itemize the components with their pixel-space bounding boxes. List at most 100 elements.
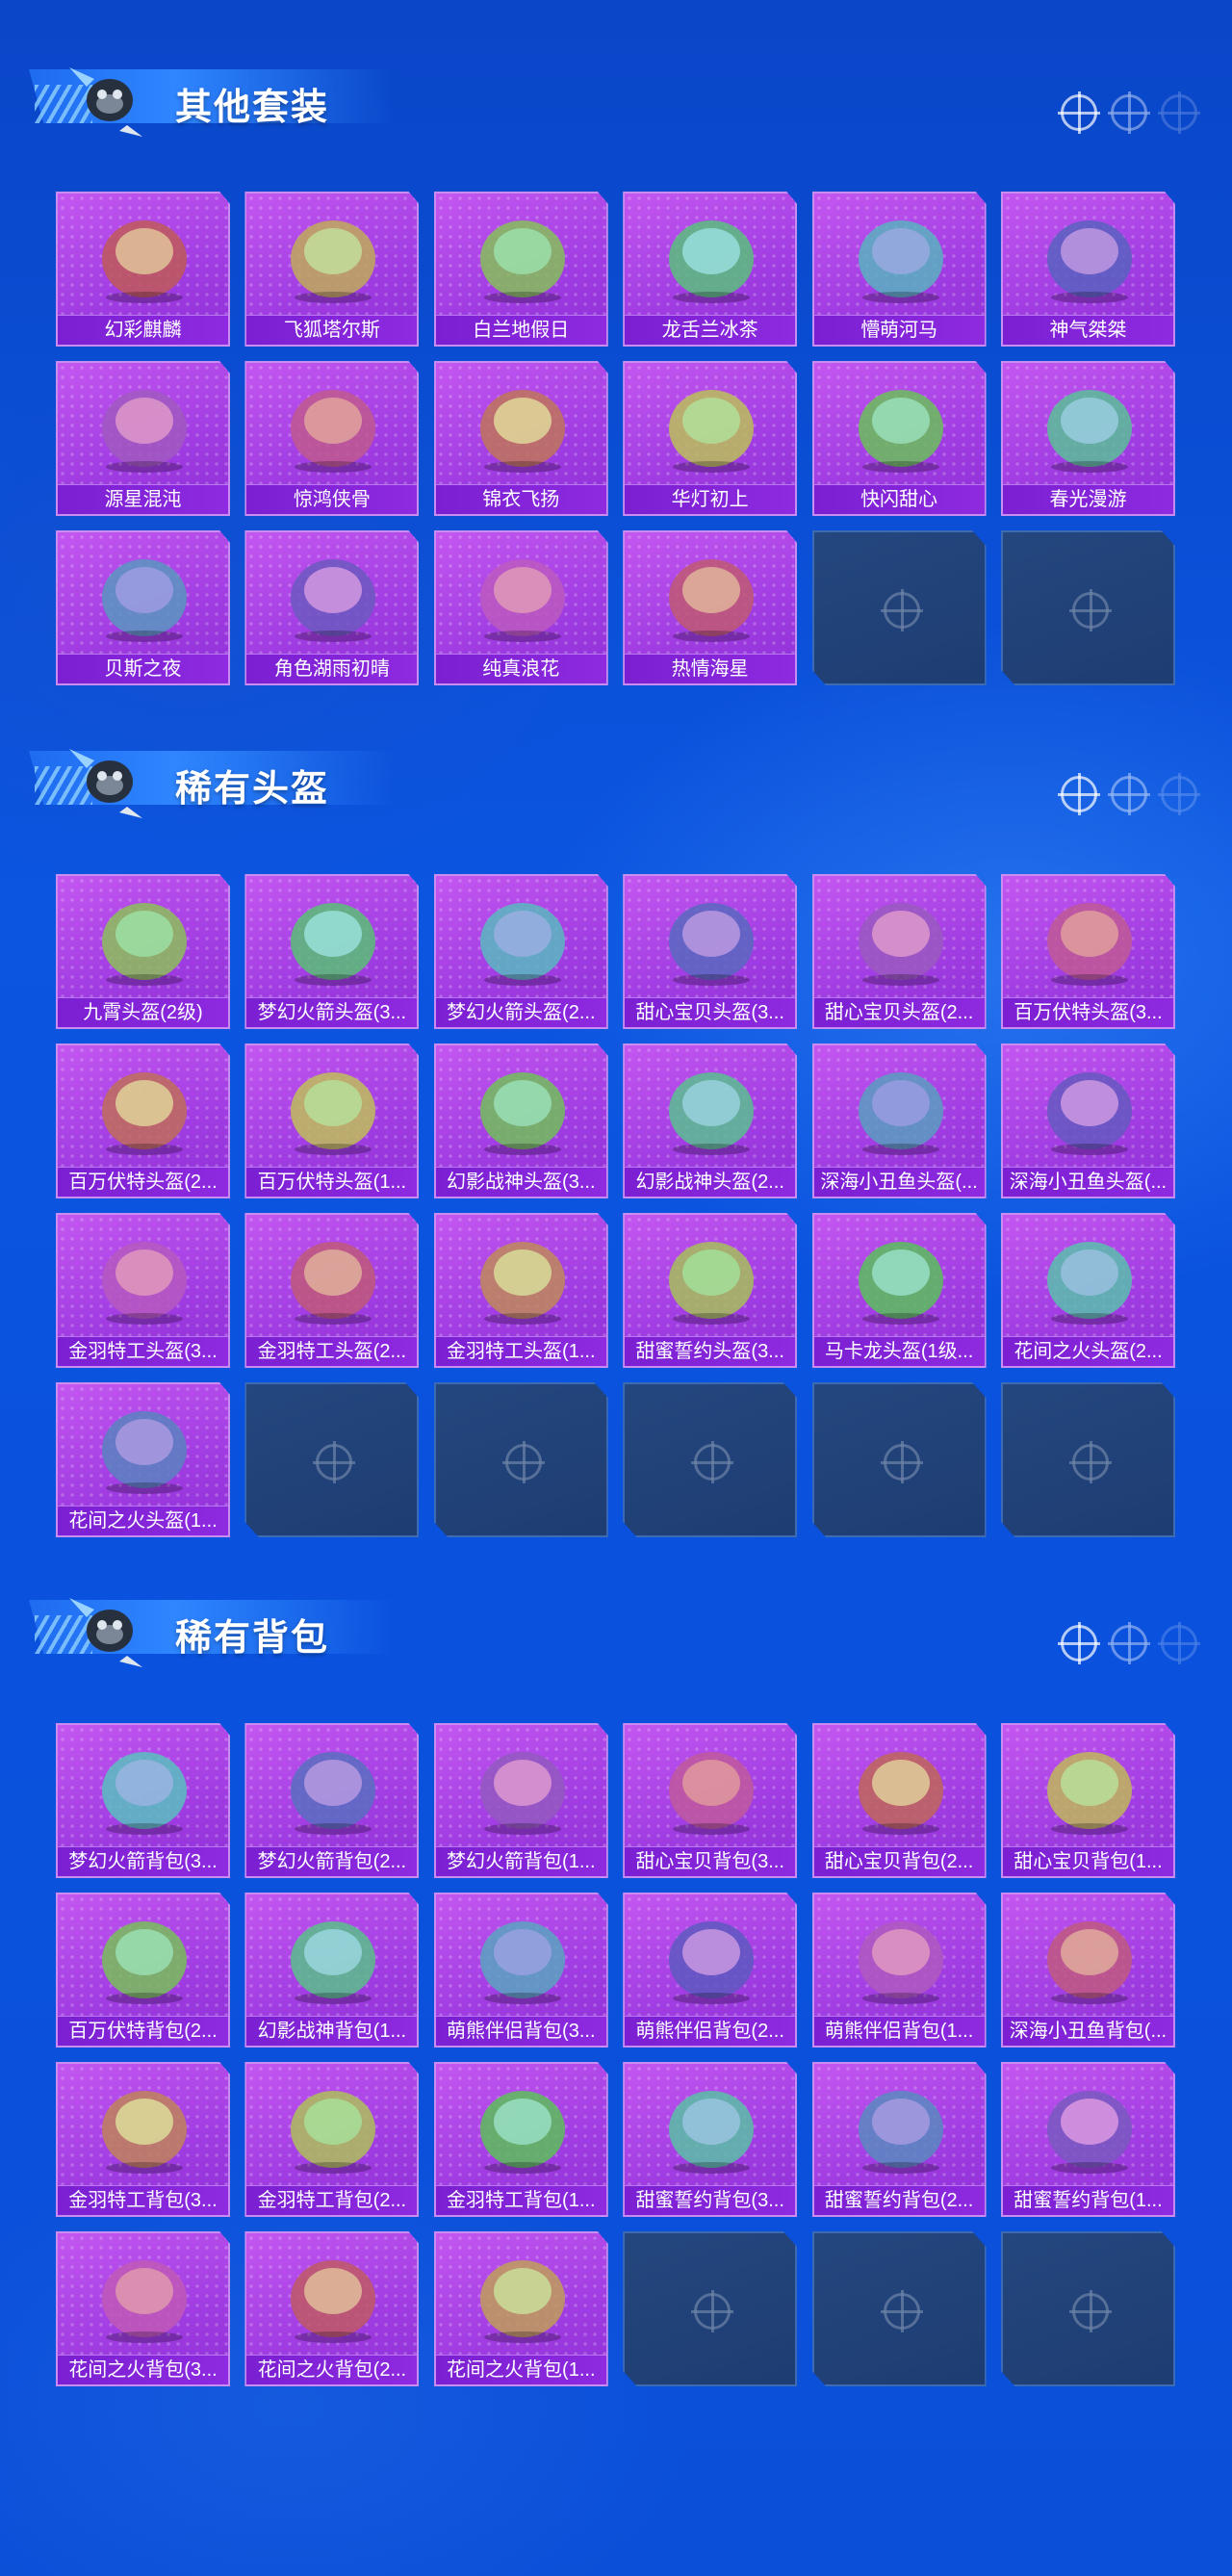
item-card[interactable]: 萌熊伴侣背包(2... bbox=[623, 1893, 798, 2048]
item-card[interactable]: 甜心宝贝头盔(3... bbox=[623, 874, 798, 1029]
section-title: 稀有头盔 bbox=[175, 769, 330, 810]
item-card[interactable]: 甜心宝贝背包(3... bbox=[623, 1723, 798, 1878]
item-card[interactable]: 金羽特工背包(3... bbox=[56, 2062, 230, 2217]
crosshair-icon bbox=[880, 1441, 923, 1483]
item-label: 甜蜜誓约背包(2... bbox=[813, 2185, 985, 2215]
item-label: 锦衣飞扬 bbox=[435, 484, 606, 514]
crosshair-icon bbox=[691, 1441, 734, 1483]
item-art-icon bbox=[858, 1921, 943, 2004]
item-card[interactable]: 飞狐塔尔斯 bbox=[244, 192, 420, 347]
item-label: 甜心宝贝头盔(2... bbox=[813, 997, 985, 1027]
item-card[interactable]: 春光漫游 bbox=[1000, 361, 1175, 516]
item-card[interactable]: 锦衣飞扬 bbox=[433, 361, 608, 516]
item-art-icon bbox=[291, 2260, 376, 2343]
crosshair-icon bbox=[1068, 589, 1112, 631]
item-label: 甜蜜誓约背包(1... bbox=[1002, 2185, 1173, 2215]
item-label: 金羽特工背包(2... bbox=[246, 2185, 418, 2215]
item-label: 萌熊伴侣背包(1... bbox=[813, 2016, 985, 2046]
item-art-icon bbox=[479, 2091, 565, 2174]
item-card[interactable]: 金羽特工头盔(1... bbox=[433, 1213, 608, 1368]
item-card[interactable]: 百万伏特背包(2... bbox=[56, 1893, 230, 2048]
item-grid: 幻彩麒麟 飞狐塔尔斯 白兰地假日 龙舌兰冰茶 懵萌河马 神气桀桀源星混沌 惊鸿侠骨 锦衣飞扬华… bbox=[56, 192, 1175, 685]
crosshair-icon bbox=[1068, 2290, 1112, 2332]
item-label: 纯真浪花 bbox=[435, 654, 606, 683]
item-label: 金羽特工背包(1... bbox=[435, 2185, 606, 2215]
item-card[interactable]: 甜心宝贝头盔(2... bbox=[811, 874, 987, 1029]
item-art-icon bbox=[669, 1921, 755, 2004]
item-card[interactable]: 甜蜜誓约头盔(3... bbox=[623, 1213, 798, 1368]
item-card[interactable]: 百万伏特头盔(3... bbox=[1000, 874, 1175, 1029]
item-card[interactable]: 深海小丑鱼头盔(... bbox=[811, 1043, 987, 1198]
item-card[interactable]: 幻影战神背包(1... bbox=[244, 1893, 420, 2048]
crosshair-icon bbox=[1108, 91, 1150, 134]
empty-slot bbox=[623, 1382, 798, 1537]
item-card[interactable]: 懵萌河马 bbox=[811, 192, 987, 347]
item-card[interactable]: 金羽特工背包(2... bbox=[244, 2062, 420, 2217]
item-label: 梦幻火箭背包(2... bbox=[246, 1846, 418, 1876]
item-card[interactable]: 九霄头盔(2级) bbox=[56, 874, 230, 1029]
item-card[interactable]: 角色湖雨初晴 bbox=[244, 530, 420, 685]
item-card[interactable]: 梦幻火箭背包(3... bbox=[56, 1723, 230, 1878]
item-card[interactable]: 白兰地假日 bbox=[433, 192, 608, 347]
item-card[interactable]: 萌熊伴侣背包(1... bbox=[811, 1893, 987, 2048]
item-card[interactable]: 花间之火头盔(1... bbox=[56, 1382, 230, 1537]
item-card[interactable]: 百万伏特头盔(2... bbox=[56, 1043, 230, 1198]
item-label: 马卡龙头盔(1级... bbox=[813, 1336, 985, 1366]
item-label: 花间之火背包(3... bbox=[58, 2355, 228, 2384]
item-art-icon bbox=[479, 1921, 565, 2004]
empty-slot bbox=[1000, 530, 1175, 685]
crosshair-icon bbox=[501, 1441, 545, 1483]
item-card[interactable]: 幻影战神头盔(3... bbox=[433, 1043, 608, 1198]
item-art-icon bbox=[858, 1072, 943, 1155]
item-card[interactable]: 花间之火头盔(2... bbox=[1000, 1213, 1175, 1368]
item-card[interactable]: 花间之火背包(2... bbox=[244, 2231, 420, 2386]
crosshair-icon bbox=[313, 1441, 356, 1483]
item-card[interactable]: 甜蜜誓约背包(1... bbox=[1000, 2062, 1175, 2217]
item-card[interactable]: 金羽特工头盔(3... bbox=[56, 1213, 230, 1368]
item-art-icon bbox=[858, 1752, 943, 1835]
item-card[interactable]: 幻影战神头盔(2... bbox=[623, 1043, 798, 1198]
item-card[interactable]: 快闪甜心 bbox=[811, 361, 987, 516]
item-card[interactable]: 梦幻火箭头盔(2... bbox=[433, 874, 608, 1029]
item-art-icon bbox=[291, 1242, 376, 1325]
item-label: 飞狐塔尔斯 bbox=[246, 315, 418, 345]
item-card[interactable]: 华灯初上 bbox=[623, 361, 798, 516]
item-art-icon bbox=[102, 1242, 187, 1325]
item-card[interactable]: 贝斯之夜 bbox=[56, 530, 230, 685]
item-card[interactable]: 甜心宝贝背包(2... bbox=[811, 1723, 987, 1878]
item-card[interactable]: 甜蜜誓约背包(3... bbox=[623, 2062, 798, 2217]
item-label: 百万伏特头盔(2... bbox=[58, 1167, 228, 1197]
item-card[interactable]: 热情海星 bbox=[623, 530, 798, 685]
item-label: 金羽特工背包(3... bbox=[58, 2185, 228, 2215]
crosshair-icon bbox=[1068, 1441, 1112, 1483]
item-card[interactable]: 花间之火背包(1... bbox=[433, 2231, 608, 2386]
item-card[interactable]: 花间之火背包(3... bbox=[56, 2231, 230, 2386]
section-rare-backpacks: 稀有背包 梦幻火箭背包(3... 梦幻火箭背包(2... 梦幻火箭背包(1... 甜心… bbox=[0, 1531, 1232, 2386]
section-other-outfits: 其他套装 幻彩麒麟 飞狐塔尔斯 白兰地假日 龙舌兰冰茶 懵萌河马 神气桀桀 源星混沌 惊鸿侠骨… bbox=[0, 0, 1232, 685]
item-card[interactable]: 梦幻火箭头盔(3... bbox=[244, 874, 420, 1029]
item-card[interactable]: 深海小丑鱼头盔(... bbox=[1000, 1043, 1175, 1198]
item-label: 百万伏特背包(2... bbox=[58, 2016, 228, 2046]
item-card[interactable]: 龙舌兰冰茶 bbox=[623, 192, 798, 347]
item-card[interactable]: 金羽特工背包(1... bbox=[433, 2062, 608, 2217]
item-card[interactable]: 梦幻火箭背包(1... bbox=[433, 1723, 608, 1878]
item-card[interactable]: 神气桀桀 bbox=[1000, 192, 1175, 347]
crosshair-icon bbox=[1058, 1622, 1100, 1664]
item-label: 九霄头盔(2级) bbox=[58, 997, 228, 1027]
item-card[interactable]: 甜心宝贝背包(1... bbox=[1000, 1723, 1175, 1878]
item-card[interactable]: 源星混沌 bbox=[56, 361, 230, 516]
item-label: 百万伏特头盔(3... bbox=[1002, 997, 1173, 1027]
item-card[interactable]: 甜蜜誓约背包(2... bbox=[811, 2062, 987, 2217]
item-card[interactable]: 萌熊伴侣背包(3... bbox=[433, 1893, 608, 2048]
item-card[interactable]: 纯真浪花 bbox=[433, 530, 608, 685]
item-card[interactable]: 深海小丑鱼背包(... bbox=[1000, 1893, 1175, 2048]
item-card[interactable]: 百万伏特头盔(1... bbox=[244, 1043, 420, 1198]
item-card[interactable]: 幻彩麒麟 bbox=[56, 192, 230, 347]
item-art-icon bbox=[1046, 1921, 1132, 2004]
item-card[interactable]: 马卡龙头盔(1级... bbox=[811, 1213, 987, 1368]
item-card[interactable]: 惊鸿侠骨 bbox=[244, 361, 420, 516]
item-card[interactable]: 金羽特工头盔(2... bbox=[244, 1213, 420, 1368]
item-label: 深海小丑鱼背包(... bbox=[1002, 2016, 1173, 2046]
item-label: 金羽特工头盔(1... bbox=[435, 1336, 606, 1366]
item-card[interactable]: 梦幻火箭背包(2... bbox=[244, 1723, 420, 1878]
